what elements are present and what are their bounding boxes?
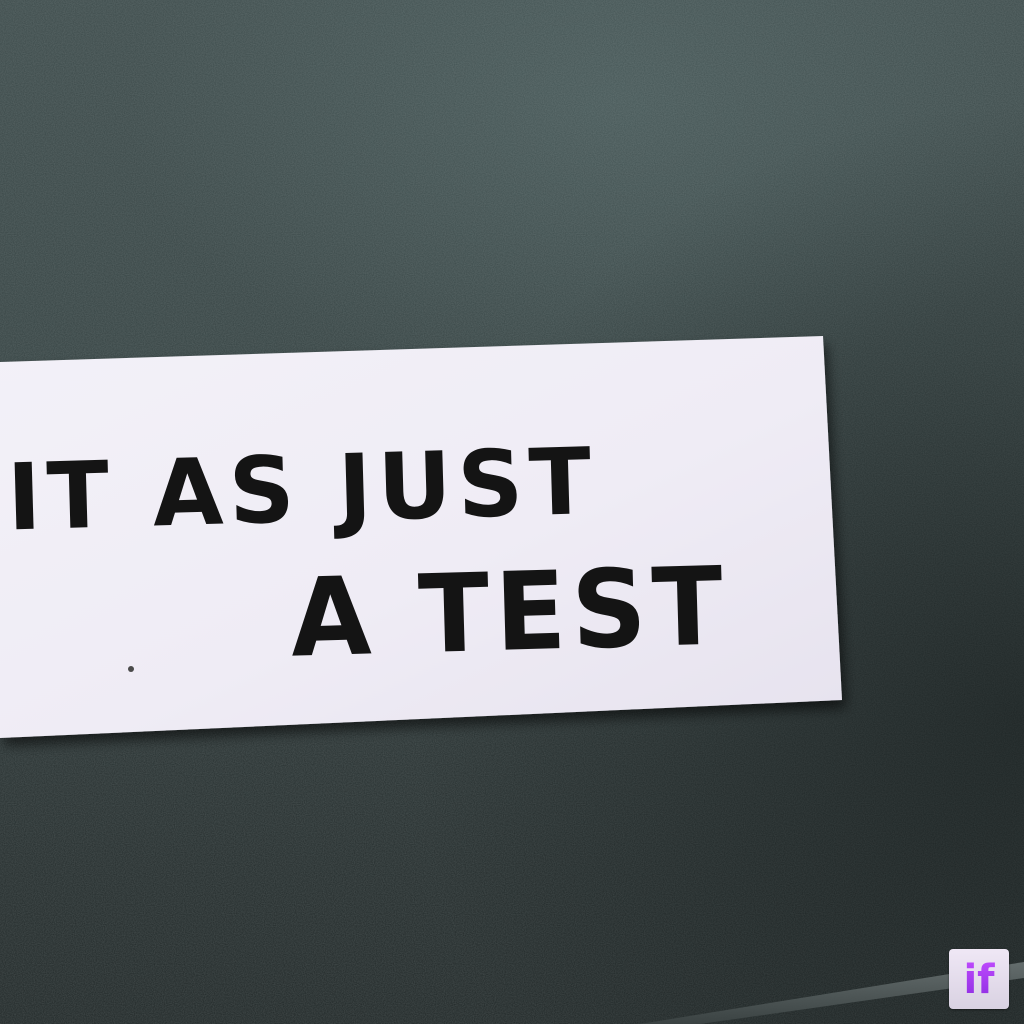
if-logo-icon: if [963, 957, 995, 1003]
note-line-2: A TEST [289, 544, 730, 681]
note-card: IT AS JUST A TEST [0, 336, 842, 738]
watermark-logo: if [949, 949, 1009, 1009]
watermark-text: if [963, 957, 995, 1003]
photo-scene: IT AS JUST A TEST if [0, 0, 1024, 1024]
note-line-1: IT AS JUST [6, 428, 599, 551]
paper-speck [128, 666, 134, 672]
